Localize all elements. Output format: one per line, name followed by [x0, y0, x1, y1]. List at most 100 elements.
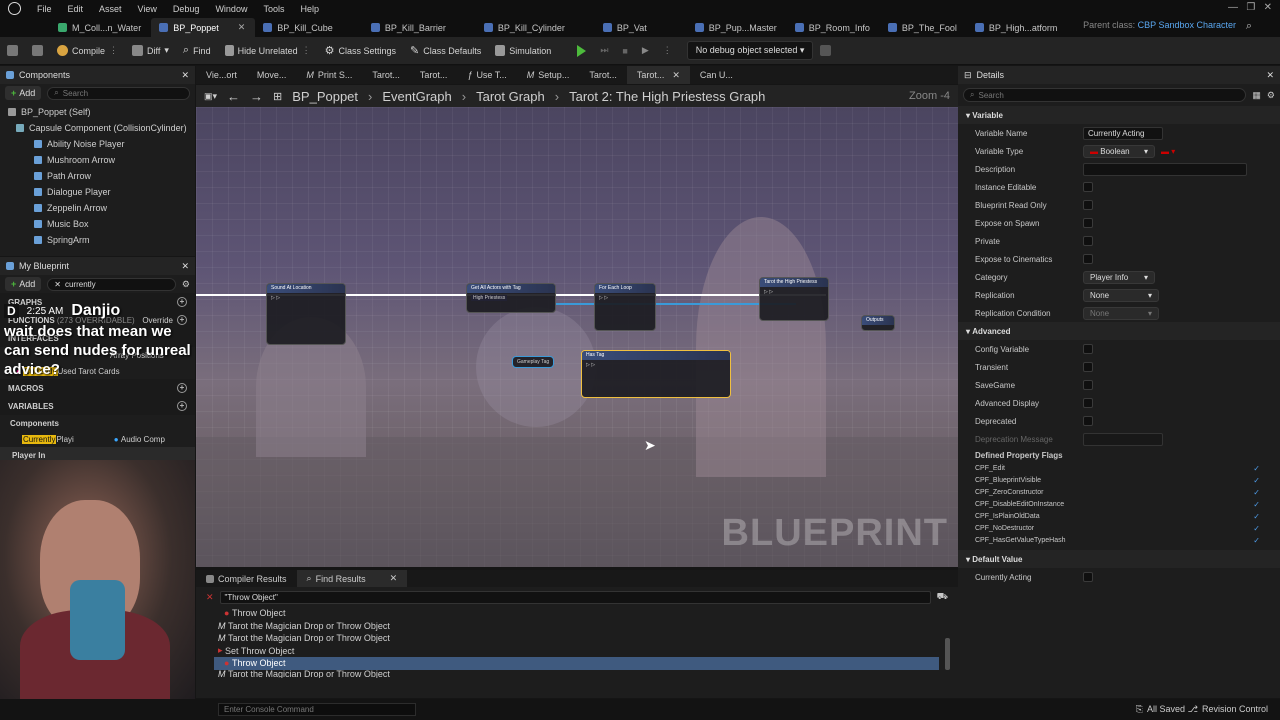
more-icon[interactable]: ⋮	[656, 45, 679, 56]
add-component-button[interactable]: + Add	[5, 86, 42, 100]
result-item[interactable]: M Tarot the Magician Drop or Throw Objec…	[214, 620, 958, 633]
grid-view-icon[interactable]: ▦	[1252, 90, 1261, 101]
graph-node[interactable]: Outputs	[861, 315, 895, 331]
menu-tools[interactable]: Tools	[255, 4, 292, 14]
result-item[interactable]: ● Throw Object	[214, 607, 958, 620]
graph-node[interactable]: Tarot the High Priestess ▷ ▷	[759, 277, 829, 321]
replication-dropdown[interactable]: None ▾	[1083, 288, 1159, 302]
deprecated-checkbox[interactable]	[1083, 416, 1093, 426]
menu-window[interactable]: Window	[207, 4, 255, 14]
menu-file[interactable]: File	[29, 4, 60, 14]
tab-graph[interactable]: M Print S...	[296, 66, 362, 84]
transient-checkbox[interactable]	[1083, 362, 1093, 372]
result-item[interactable]: M Tarot the Magician Drop or Throw Objec…	[214, 632, 958, 645]
tab-asset-active[interactable]: BP_Poppet ✕	[151, 18, 256, 37]
my-blueprint-search-input[interactable]: ✕ currently	[47, 277, 176, 291]
expose-cinematics-checkbox[interactable]	[1083, 254, 1093, 264]
save-icon[interactable]	[0, 45, 25, 56]
details-search-input[interactable]: ⌕ Search	[963, 88, 1247, 102]
tab-graph[interactable]: Can U...	[690, 66, 743, 84]
gear-icon[interactable]: ⚙	[1267, 90, 1275, 101]
save-status[interactable]: ⎘ All Saved	[1136, 704, 1185, 715]
instance-editable-checkbox[interactable]	[1083, 182, 1093, 192]
savegame-checkbox[interactable]	[1083, 380, 1093, 390]
close-icon[interactable]: ✕	[181, 70, 189, 81]
component-item[interactable]: Music Box	[0, 216, 195, 232]
component-item[interactable]: Zeppelin Arrow	[0, 200, 195, 216]
breadcrumb-item[interactable]: Tarot 2: The High Priestess Graph	[569, 89, 765, 104]
diff-button[interactable]: Diff ▾	[125, 45, 176, 56]
revision-control-button[interactable]: ⎇ Revision Control	[1188, 704, 1268, 715]
category-components[interactable]: Components	[0, 415, 195, 431]
play-button[interactable]	[570, 44, 593, 57]
tab-asset[interactable]: BP_Pup...Master	[687, 18, 787, 37]
results-scrollbar[interactable]	[945, 638, 950, 670]
debug-filter-icon[interactable]	[813, 45, 838, 56]
class-defaults-button[interactable]: ✎ Class Defaults	[403, 44, 488, 57]
tab-asset[interactable]: BP_Kill_Cube	[255, 18, 343, 37]
breadcrumb-item[interactable]: Tarot Graph	[476, 89, 545, 104]
tab-graph[interactable]: Tarot...	[579, 66, 627, 84]
close-icon[interactable]: ✕	[181, 261, 189, 272]
tab-graph[interactable]: Tarot...	[362, 66, 410, 84]
menu-debug[interactable]: Debug	[165, 4, 208, 14]
variable-name-input[interactable]: Currently Acting	[1083, 126, 1163, 140]
container-type-icon[interactable]: ▬ ▾	[1161, 147, 1175, 156]
graph-node[interactable]: Gameplay Tag	[512, 356, 554, 368]
stop-icon[interactable]: ■	[615, 46, 634, 56]
simulation-button[interactable]: Simulation	[488, 45, 558, 56]
tab-asset[interactable]: BP_High...atform	[967, 18, 1068, 37]
graph-node-selected[interactable]: Has Tag ▷ ▷	[581, 350, 731, 398]
tab-graph[interactable]: M Setup...	[517, 66, 580, 84]
result-item-selected[interactable]: ● Throw Object	[214, 657, 939, 670]
component-item[interactable]: SpringArm	[0, 232, 195, 248]
variable-item[interactable]: Currently Playi ● Audio Comp	[0, 431, 195, 447]
result-item[interactable]: ▸ Set Throw Object	[214, 645, 958, 658]
component-item[interactable]: Path Arrow	[0, 168, 195, 184]
advanced-display-checkbox[interactable]	[1083, 398, 1093, 408]
advanced-section[interactable]: ▾ Advanced	[958, 322, 1280, 340]
find-query-input[interactable]: "Throw Object"	[219, 590, 931, 604]
graph-canvas[interactable]: Sound At Location ▷ ▷ Get All Actors with…	[196, 107, 958, 567]
config-variable-checkbox[interactable]	[1083, 344, 1093, 354]
menu-help[interactable]: Help	[292, 4, 327, 14]
compile-button[interactable]: Compile ⋮	[50, 45, 125, 56]
replication-condition-dropdown[interactable]: None ▾	[1083, 306, 1159, 320]
result-item[interactable]: M Tarot the Magician Drop or Throw Objec…	[214, 670, 958, 678]
breadcrumb-item[interactable]: BP_Poppet	[292, 89, 358, 104]
default-value-checkbox[interactable]	[1083, 572, 1093, 582]
graph-node[interactable]: Sound At Location ▷ ▷	[266, 283, 346, 345]
clear-icon[interactable]: ✕	[54, 280, 61, 289]
graph-menu-icon[interactable]: ▣▾	[204, 91, 217, 102]
tab-asset[interactable]: BP_The_Fool	[880, 18, 967, 37]
expose-on-spawn-checkbox[interactable]	[1083, 218, 1093, 228]
variable-type-dropdown[interactable]: ▬ Boolean ▾	[1083, 144, 1155, 158]
search-icon[interactable]: ⌕	[1246, 20, 1252, 33]
menu-edit[interactable]: Edit	[60, 4, 92, 14]
tab-asset[interactable]: BP_Kill_Cylinder	[476, 18, 575, 37]
console-command-input[interactable]: Enter Console Command	[218, 703, 416, 716]
components-search-input[interactable]: ⌕ Search	[47, 86, 190, 100]
hide-unrelated-button[interactable]: Hide Unrelated ⋮	[218, 45, 318, 56]
close-icon[interactable]: ✕	[672, 70, 680, 81]
tab-asset[interactable]: M_Coll...n_Water	[50, 18, 151, 37]
tab-graph[interactable]: Vie...ort	[196, 66, 247, 84]
category-dropdown[interactable]: Player Info ▾	[1083, 270, 1155, 284]
add-member-button[interactable]: + Add	[5, 277, 42, 291]
add-variable-icon[interactable]: +	[177, 401, 187, 411]
component-item[interactable]: BP_Poppet (Self)	[0, 104, 195, 120]
close-icon[interactable]: ✕	[390, 573, 398, 584]
breadcrumb-item[interactable]: EventGraph	[382, 89, 451, 104]
component-item[interactable]: Dialogue Player	[0, 184, 195, 200]
bp-read-only-checkbox[interactable]	[1083, 200, 1093, 210]
tab-graph[interactable]: Move...	[247, 66, 297, 84]
menu-asset[interactable]: Asset	[91, 4, 130, 14]
debug-object-select[interactable]: No debug object selected ▾	[686, 41, 814, 60]
tab-asset[interactable]: BP_Room_Info	[787, 18, 880, 37]
menu-view[interactable]: View	[130, 4, 165, 14]
component-item[interactable]: Ability Noise Player	[0, 136, 195, 152]
clear-icon[interactable]: ✕	[206, 592, 214, 603]
description-input[interactable]	[1083, 162, 1247, 176]
gear-icon[interactable]: ⚙	[182, 279, 190, 290]
default-value-section[interactable]: ▾ Default Value	[958, 550, 1280, 568]
